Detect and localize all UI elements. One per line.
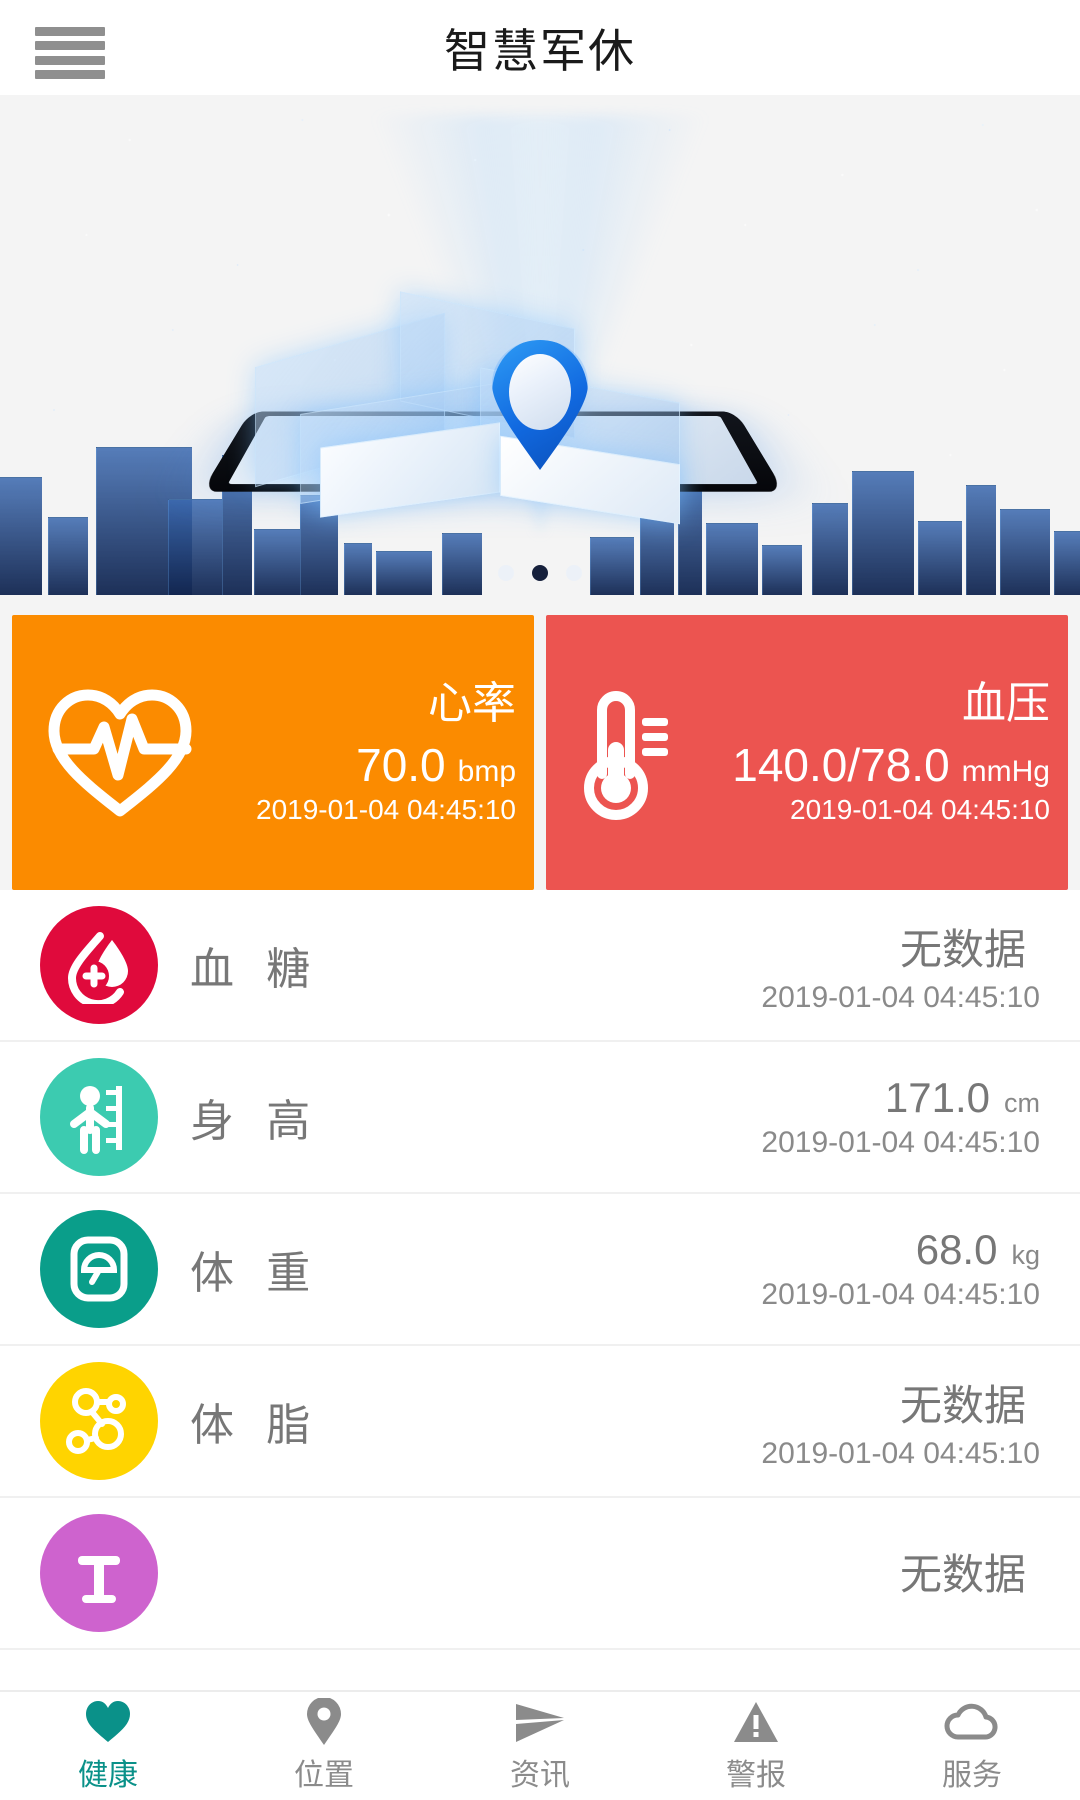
list-item-unit: cm: [1004, 1088, 1040, 1118]
list-item-unit: kg: [1011, 1240, 1040, 1270]
list-item-height[interactable]: 身 高 171.0 cm 2019-01-04 04:45:10: [0, 1042, 1080, 1194]
blood-pressure-title: 血压: [962, 679, 1050, 729]
hamburger-line: [35, 41, 105, 51]
list-item-values: 无数据: [900, 1541, 1040, 1606]
list-item-body-fat[interactable]: 体 脂 无数据 2019-01-04 04:45:10: [0, 1346, 1080, 1498]
nav-label: 位置: [294, 1759, 354, 1792]
blood-pressure-value: 140.0/78.0: [732, 738, 950, 791]
list-item-values: 171.0 cm 2019-01-04 04:45:10: [761, 1074, 1040, 1160]
list-item-label: 血 糖: [190, 945, 321, 994]
list-item-timestamp: 2019-01-04 04:45:10: [761, 1278, 1040, 1311]
banner-carousel[interactable]: [0, 95, 1080, 595]
nav-label: 警报: [726, 1759, 786, 1792]
heartbeat-icon: [12, 683, 227, 823]
thermometer-icon: [546, 678, 716, 828]
device-icon: [40, 1514, 158, 1632]
heart-rate-timestamp: 2019-01-04 04:45:10: [256, 793, 516, 825]
nav-item-alarm[interactable]: 警报: [648, 1698, 864, 1794]
heart-rate-text: 心率 70.0 bmp 2019-01-04 04:45:10: [227, 679, 534, 826]
heart-rate-value: 70.0: [356, 738, 446, 791]
molecule-icon: [40, 1362, 158, 1480]
list-item-label: 体 脂: [190, 1401, 321, 1450]
hamburger-line: [35, 27, 105, 36]
list-item-label: 体 重: [190, 1249, 321, 1298]
bottom-navigation: 健康 位置 资讯 警报 服务: [0, 1690, 1080, 1800]
list-item-label: 身 高: [190, 1097, 321, 1146]
blood-pressure-card[interactable]: 血压 140.0/78.0 mmHg 2019-01-04 04:45:10: [546, 615, 1068, 890]
heart-rate-card[interactable]: 心率 70.0 bmp 2019-01-04 04:45:10: [12, 615, 534, 890]
blood-pressure-unit: mmHg: [961, 754, 1050, 788]
heart-icon: [84, 1698, 132, 1746]
list-item-timestamp: 2019-01-04 04:45:10: [761, 1436, 1040, 1470]
carousel-indicator: [0, 565, 1080, 581]
send-arrow-icon: [514, 1698, 566, 1746]
nav-label: 服务: [942, 1759, 1002, 1792]
nav-label: 健康: [78, 1759, 138, 1792]
carousel-dot[interactable]: [566, 565, 582, 581]
list-item-values: 无数据 2019-01-04 04:45:10: [761, 916, 1040, 1015]
map-pin-icon: [305, 1698, 343, 1746]
heart-rate-title: 心率: [428, 679, 516, 729]
heart-rate-unit: bmp: [457, 754, 516, 788]
hamburger-menu-icon[interactable]: [35, 27, 105, 79]
blood-pressure-timestamp: 2019-01-04 04:45:10: [790, 793, 1050, 825]
list-item-weight[interactable]: 体 重 68.0 kg 2019-01-04 04:45:10: [0, 1194, 1080, 1346]
app-header: 智慧军休: [0, 0, 1080, 95]
metric-cards-container: 心率 70.0 bmp 2019-01-04 04:45:10 血压 140.0…: [0, 615, 1080, 890]
list-item-value: 无数据: [899, 1381, 1026, 1429]
list-item-partial[interactable]: 无数据: [0, 1498, 1080, 1650]
hamburger-line: [35, 69, 105, 79]
list-item-values: 无数据 2019-01-04 04:45:10: [761, 1372, 1040, 1471]
list-item-value: 171.0: [884, 1074, 990, 1121]
cloud-icon: [944, 1698, 1000, 1746]
height-ruler-icon: [40, 1058, 158, 1176]
list-item-timestamp: 2019-01-04 04:45:10: [761, 980, 1040, 1014]
list-item-value: 无数据: [899, 1550, 1026, 1598]
nav-item-service[interactable]: 服务: [864, 1698, 1080, 1794]
blood-drop-icon: [40, 906, 158, 1024]
list-item-timestamp: 2019-01-04 04:45:10: [761, 1126, 1040, 1159]
list-item-values: 68.0 kg 2019-01-04 04:45:10: [761, 1226, 1040, 1312]
app-root: 智慧军休 心率 70.0 bmp 2019-01-04 04:45:10 血压 …: [0, 0, 1080, 1800]
list-item-value: 68.0: [915, 1226, 998, 1273]
list-item-value: 无数据: [899, 925, 1026, 973]
nav-item-health[interactable]: 健康: [0, 1698, 216, 1794]
weight-scale-icon: [40, 1210, 158, 1328]
warning-triangle-icon: [732, 1698, 780, 1746]
health-metrics-list: 血 糖 无数据 2019-01-04 04:45:10 身 高 171.0 cm…: [0, 890, 1080, 1690]
nav-item-news[interactable]: 资讯: [432, 1698, 648, 1794]
carousel-dot[interactable]: [498, 565, 514, 581]
page-title: 智慧军休: [444, 24, 636, 77]
hamburger-line: [35, 55, 105, 65]
blood-pressure-text: 血压 140.0/78.0 mmHg 2019-01-04 04:45:10: [716, 679, 1068, 826]
carousel-dot-active[interactable]: [532, 565, 548, 581]
nav-item-location[interactable]: 位置: [216, 1698, 432, 1794]
nav-label: 资讯: [510, 1759, 570, 1792]
list-item-blood-sugar[interactable]: 血 糖 无数据 2019-01-04 04:45:10: [0, 890, 1080, 1042]
